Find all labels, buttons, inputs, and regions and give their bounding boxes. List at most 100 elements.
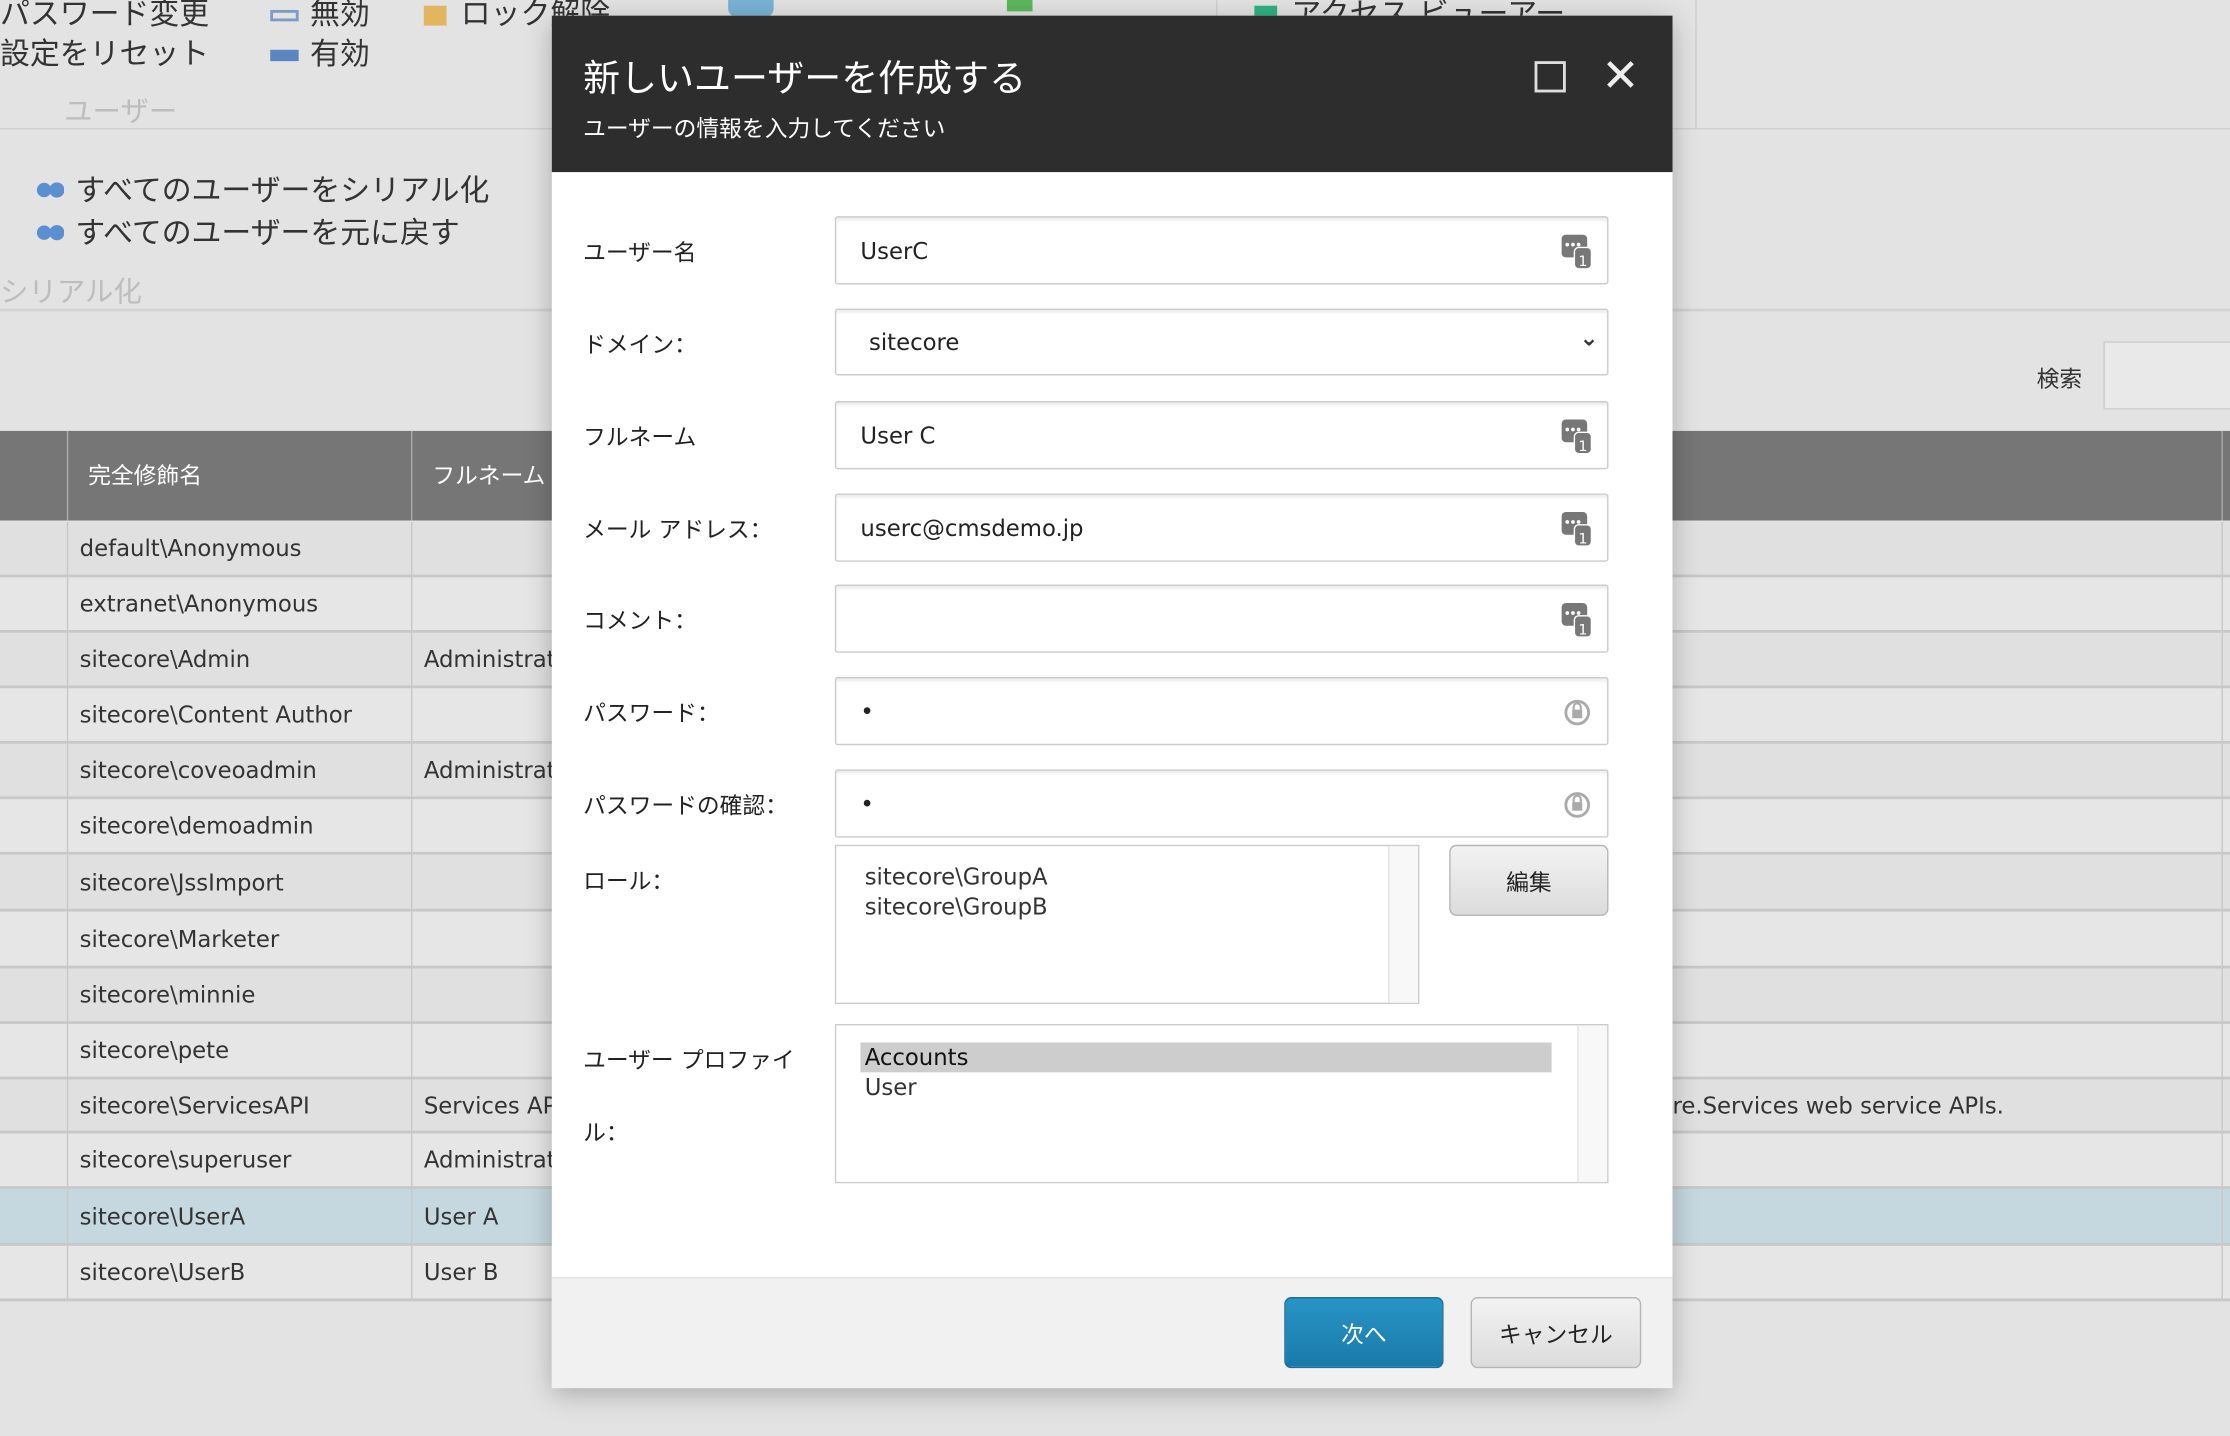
- role-item[interactable]: sitecore\GroupB: [865, 892, 1048, 922]
- create-user-dialog: 新しいユーザーを作成する ユーザーの情報を入力してください ✕ ユーザー名 Use…: [551, 15, 1673, 1389]
- profile-item-selected[interactable]: Accounts: [860, 1042, 1552, 1073]
- cancel-button[interactable]: キャンセル: [1470, 1297, 1642, 1369]
- fullname-label: フルネーム: [583, 423, 697, 451]
- email-label: メール アドレス：: [583, 516, 773, 544]
- domain-select[interactable]: sitecore ⌄: [834, 308, 1609, 376]
- row-cell: [0, 577, 67, 631]
- field-token-icon[interactable]: 1: [1561, 511, 1593, 547]
- password-input[interactable]: •: [834, 676, 1609, 746]
- password-value: •: [860, 697, 874, 725]
- fqn-cell: sitecore\UserA: [66, 1188, 411, 1244]
- fqn-cell: sitecore\pete: [66, 1023, 411, 1077]
- email-value: userc@cmsdemo.jp: [860, 514, 1084, 542]
- fqn-cell: extranet\Anonymous: [66, 577, 411, 631]
- fqn-cell: default\Anonymous: [66, 521, 411, 575]
- fullname-input[interactable]: User C 1: [834, 401, 1609, 470]
- password-label: パスワード：: [583, 699, 720, 727]
- confirm-label: パスワードの確認：: [583, 792, 788, 820]
- username-label: ユーザー名: [583, 238, 697, 266]
- profile-item[interactable]: User: [860, 1072, 1551, 1102]
- svg-text:1: 1: [1578, 622, 1587, 637]
- row-cell: [2221, 1133, 2230, 1187]
- edit-roles-button[interactable]: 編集: [1449, 844, 1609, 916]
- dialog-subtitle: ユーザーの情報を入力してください: [583, 115, 946, 143]
- column-divider: [2221, 430, 2230, 521]
- description-cell: [1673, 969, 2222, 1022]
- fullname-value: User C: [860, 421, 936, 449]
- description-cell: [1673, 577, 2222, 630]
- scrollbar[interactable]: [1577, 1025, 1608, 1182]
- serialize-all-button[interactable]: すべてのユーザーをシリアル化: [35, 168, 490, 211]
- profile-label: ユーザー プロファイ: [583, 1046, 795, 1074]
- description-cell: [1673, 855, 2222, 909]
- flag-icon[interactable]: [1006, 0, 1033, 12]
- row-cell: [0, 743, 67, 797]
- svg-text:1: 1: [1578, 439, 1587, 454]
- reset-settings-button[interactable]: 設定をリセット: [0, 31, 209, 74]
- users-icon: [35, 224, 64, 245]
- roles-label: ロール：: [583, 867, 675, 895]
- row-cell: [0, 1245, 67, 1299]
- row-cell: [0, 1023, 67, 1077]
- row-cell: [2221, 743, 2230, 797]
- row-cell: [0, 1188, 67, 1244]
- field-token-icon[interactable]: 1: [1561, 419, 1593, 454]
- divider: [1695, 0, 1697, 128]
- password-generate-icon[interactable]: [1562, 695, 1593, 729]
- scrollbar[interactable]: [1388, 846, 1418, 1003]
- enable-button[interactable]: 有効: [270, 31, 370, 74]
- row-cell: [0, 521, 67, 575]
- disable-icon: [270, 9, 299, 22]
- svg-text:1: 1: [1578, 531, 1587, 546]
- description-cell: [1673, 744, 2222, 797]
- comment-input[interactable]: 1: [834, 584, 1609, 653]
- field-token-icon[interactable]: 1: [1561, 603, 1593, 638]
- column-header[interactable]: [0, 431, 67, 521]
- row-cell: [0, 799, 67, 852]
- password-generate-icon[interactable]: [1562, 788, 1593, 822]
- chevron-down-icon: ⌄: [1579, 324, 1599, 352]
- row-cell: [2221, 688, 2230, 741]
- description-cell: [1673, 633, 2222, 686]
- row-cell: [0, 1079, 67, 1131]
- serialize-all-label: すべてのユーザーをシリアル化: [75, 173, 490, 208]
- username-input[interactable]: UserC 1: [834, 216, 1609, 285]
- confirm-input[interactable]: •: [834, 769, 1609, 838]
- row-cell: [2221, 521, 2230, 575]
- dialog-title: 新しいユーザーを作成する: [583, 58, 1027, 101]
- profile-list[interactable]: Accounts User: [834, 1023, 1609, 1184]
- disable-button[interactable]: 無効: [270, 0, 370, 34]
- next-button[interactable]: 次へ: [1284, 1297, 1444, 1369]
- domain-label: ドメイン：: [583, 331, 697, 359]
- row-cell: [2221, 799, 2230, 852]
- dialog-footer: 次へ キャンセル: [551, 1277, 1673, 1389]
- enable-icon: [270, 49, 299, 62]
- row-cell: [0, 854, 67, 909]
- profile-label-cont: ル：: [583, 1119, 629, 1147]
- row-cell: [2221, 1188, 2230, 1244]
- description-cell: [1673, 912, 2222, 966]
- row-cell: [2221, 911, 2230, 966]
- user-icon[interactable]: [728, 0, 774, 18]
- field-token-icon[interactable]: 1: [1561, 234, 1593, 269]
- row-cell: [2221, 968, 2230, 1022]
- email-input[interactable]: userc@cmsdemo.jp 1: [834, 493, 1609, 562]
- row-cell: [0, 1133, 67, 1187]
- roles-list[interactable]: sitecore\GroupA sitecore\GroupB: [834, 844, 1420, 1005]
- revert-all-button[interactable]: すべてのユーザーを元に戻す: [35, 210, 460, 253]
- description-cell: [1673, 1246, 2222, 1299]
- role-item[interactable]: sitecore\GroupA: [865, 862, 1048, 892]
- description-cell: [1673, 688, 2222, 741]
- row-cell: [2221, 577, 2230, 631]
- maximize-icon[interactable]: [1534, 61, 1566, 93]
- search-input[interactable]: [2103, 341, 2230, 410]
- row-cell: [0, 911, 67, 966]
- column-header-fqn[interactable]: 完全修飾名: [66, 430, 411, 521]
- disable-label: 無効: [310, 0, 370, 32]
- change-password-button[interactable]: パスワード変更: [0, 0, 209, 34]
- close-icon[interactable]: ✕: [1601, 50, 1639, 101]
- row-cell: [0, 968, 67, 1022]
- fqn-cell: sitecore\Marketer: [66, 911, 411, 966]
- description-cell: [1673, 1133, 2222, 1186]
- fqn-cell: sitecore\coveoadmin: [66, 743, 411, 797]
